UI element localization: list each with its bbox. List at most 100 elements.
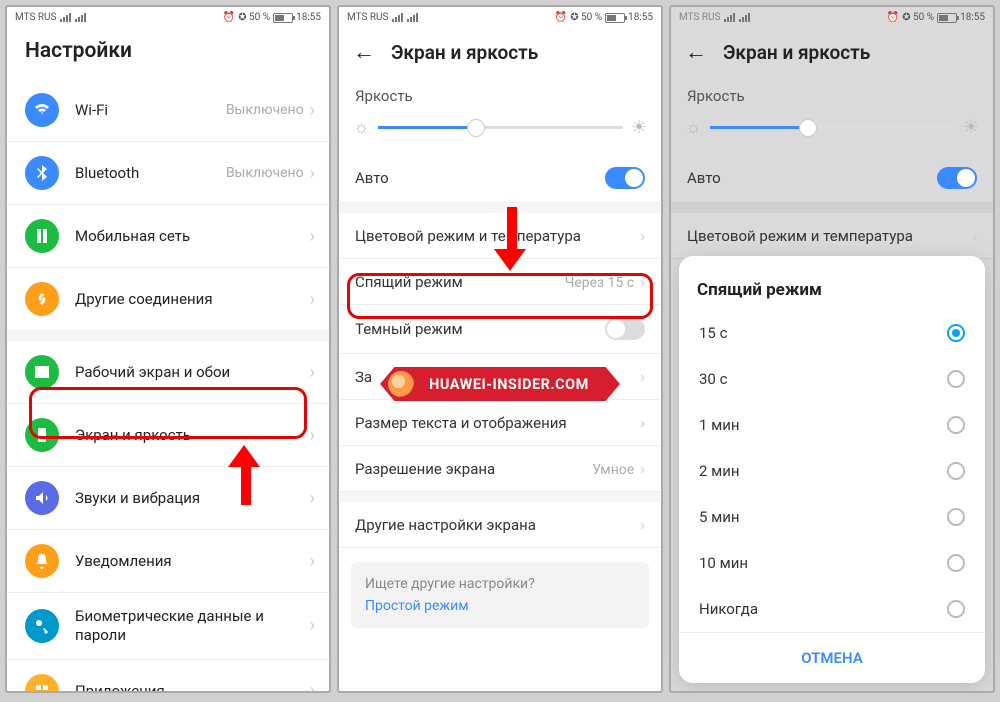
dark-mode-toggle[interactable] xyxy=(605,318,645,340)
display-row-1[interactable]: Спящий режим Через 15 с › xyxy=(339,259,661,305)
option-label: 2 мин xyxy=(699,462,740,480)
brightness-label: Яркость xyxy=(671,75,993,111)
sun-high-icon: ☀ xyxy=(631,117,647,138)
auto-brightness-label: Авто xyxy=(355,169,389,187)
sun-high-icon: ☀ xyxy=(963,117,979,138)
signal-icon xyxy=(724,13,735,22)
sleep-option-2[interactable]: 1 мин xyxy=(679,402,985,448)
chevron-right-icon: › xyxy=(310,100,315,121)
sleep-option-4[interactable]: 5 мин xyxy=(679,494,985,540)
option-label: 15 c xyxy=(699,324,727,342)
watermark: HUAWEI-INSIDER.COM xyxy=(380,367,620,401)
chevron-right-icon: › xyxy=(640,459,645,478)
settings-item-sim[interactable]: Мобильная сеть› xyxy=(7,205,329,268)
battery-pct: ✪ 50 % xyxy=(902,12,934,23)
auto-brightness-label: Авто xyxy=(687,169,721,187)
item-label: Другие соединения xyxy=(75,290,310,308)
option-label: 10 мин xyxy=(699,554,748,572)
auto-brightness-toggle[interactable] xyxy=(937,167,977,189)
option-label: Никогда xyxy=(699,600,758,618)
settings-item-key[interactable]: Биометрические данные и пароли› xyxy=(7,593,329,660)
chevron-right-icon: › xyxy=(310,680,315,693)
suggestion-question: Ищете другие настройки? xyxy=(365,576,635,592)
chevron-right-icon: › xyxy=(310,289,315,310)
chevron-right-icon: › xyxy=(310,362,315,383)
carrier: MTS RUS xyxy=(347,12,388,23)
bell-icon xyxy=(25,544,59,578)
chevron-right-icon: › xyxy=(640,367,645,386)
color-mode-row[interactable]: Цветовой режим и температура › xyxy=(671,213,993,259)
status-bar: MTS RUS ⏰ ✪ 50 % 18:55 xyxy=(671,7,993,29)
signal-icon xyxy=(392,13,403,22)
item-label: Экран и яркость xyxy=(75,426,310,444)
back-button[interactable]: ← xyxy=(353,39,375,65)
radio-icon xyxy=(947,416,965,434)
settings-item-sound[interactable]: Звуки и вибрация› xyxy=(7,467,329,530)
dialog-title: Спящий режим xyxy=(679,266,985,310)
sim-icon xyxy=(25,219,59,253)
battery-icon xyxy=(937,13,957,23)
signal-icon-2 xyxy=(407,13,418,22)
chevron-right-icon: › xyxy=(310,163,315,184)
item-label: Биометрические данные и пароли xyxy=(75,607,310,645)
option-label: 5 мин xyxy=(699,508,740,526)
signal-icon-2 xyxy=(739,13,750,22)
item-label: Мобильная сеть xyxy=(75,227,310,245)
sleep-option-1[interactable]: 30 c xyxy=(679,356,985,402)
section-gap xyxy=(339,203,661,213)
settings-item-link[interactable]: Другие соединения› xyxy=(7,268,329,331)
settings-item-grid[interactable]: Приложения› xyxy=(7,660,329,694)
chevron-right-icon: › xyxy=(310,615,315,636)
radio-icon xyxy=(947,554,965,572)
screen-settings: MTS RUS ⏰ ✪ 50 % 18:55 Настройки Wi-FiВы… xyxy=(5,5,331,693)
display-row-0[interactable]: Цветовой режим и температура› xyxy=(339,213,661,259)
brightness-slider[interactable] xyxy=(378,126,623,129)
sleep-option-0[interactable]: 15 c xyxy=(679,310,985,356)
radio-icon xyxy=(947,508,965,526)
suggestion-box: Ищете другие настройки? Простой режим xyxy=(351,562,649,628)
sleep-option-6[interactable]: Никогда xyxy=(679,586,985,632)
chevron-right-icon: › xyxy=(640,226,645,245)
settings-item-bell[interactable]: Уведомления› xyxy=(7,530,329,593)
row-value: Через 15 с xyxy=(565,275,634,291)
settings-item-phone[interactable]: Экран и яркость› xyxy=(7,404,329,467)
row-label: Темный режим xyxy=(355,320,463,338)
chevron-right-icon: › xyxy=(640,272,645,291)
sound-icon xyxy=(25,481,59,515)
chevron-right-icon: › xyxy=(310,488,315,509)
display-row-5[interactable]: Разрешение экранаУмное› xyxy=(339,446,661,492)
page-title: Настройки xyxy=(7,29,329,79)
row-label: Спящий режим xyxy=(355,273,463,291)
settings-item-bt[interactable]: BluetoothВыключено› xyxy=(7,142,329,205)
wifi-icon xyxy=(25,93,59,127)
item-label: Wi-Fi xyxy=(75,101,226,119)
item-label: Уведомления xyxy=(75,552,310,570)
sun-low-icon: ☼ xyxy=(353,117,370,138)
link-icon xyxy=(25,282,59,316)
alarm-icon: ⏰ xyxy=(223,12,235,23)
cancel-button[interactable]: ОТМЕНА xyxy=(679,632,985,683)
status-bar: MTS RUS ⏰ ✪ 50 % 18:55 xyxy=(339,7,661,29)
chevron-right-icon: › xyxy=(310,551,315,572)
phone-icon xyxy=(25,418,59,452)
brightness-label: Яркость xyxy=(339,75,661,111)
alarm-icon: ⏰ xyxy=(887,12,899,23)
settings-item-image[interactable]: Рабочий экран и обои› xyxy=(7,341,329,404)
chevron-right-icon: › xyxy=(310,226,315,247)
item-status: Выключено xyxy=(226,165,304,181)
sleep-option-3[interactable]: 2 мин xyxy=(679,448,985,494)
signal-icon xyxy=(60,13,71,22)
display-row-4[interactable]: Размер текста и отображения› xyxy=(339,400,661,446)
display-row-2[interactable]: Темный режим xyxy=(339,305,661,354)
grid-icon xyxy=(25,674,59,694)
radio-icon xyxy=(947,370,965,388)
settings-item-wifi[interactable]: Wi-FiВыключено› xyxy=(7,79,329,142)
simple-mode-link[interactable]: Простой режим xyxy=(365,598,635,614)
brightness-slider[interactable] xyxy=(710,126,955,129)
other-display-settings[interactable]: Другие настройки экрана › xyxy=(339,502,661,548)
alarm-icon: ⏰ xyxy=(555,12,567,23)
back-button[interactable]: ← xyxy=(685,39,707,65)
sleep-option-5[interactable]: 10 мин xyxy=(679,540,985,586)
auto-brightness-toggle[interactable] xyxy=(605,167,645,189)
row-value: Умное xyxy=(592,462,634,478)
